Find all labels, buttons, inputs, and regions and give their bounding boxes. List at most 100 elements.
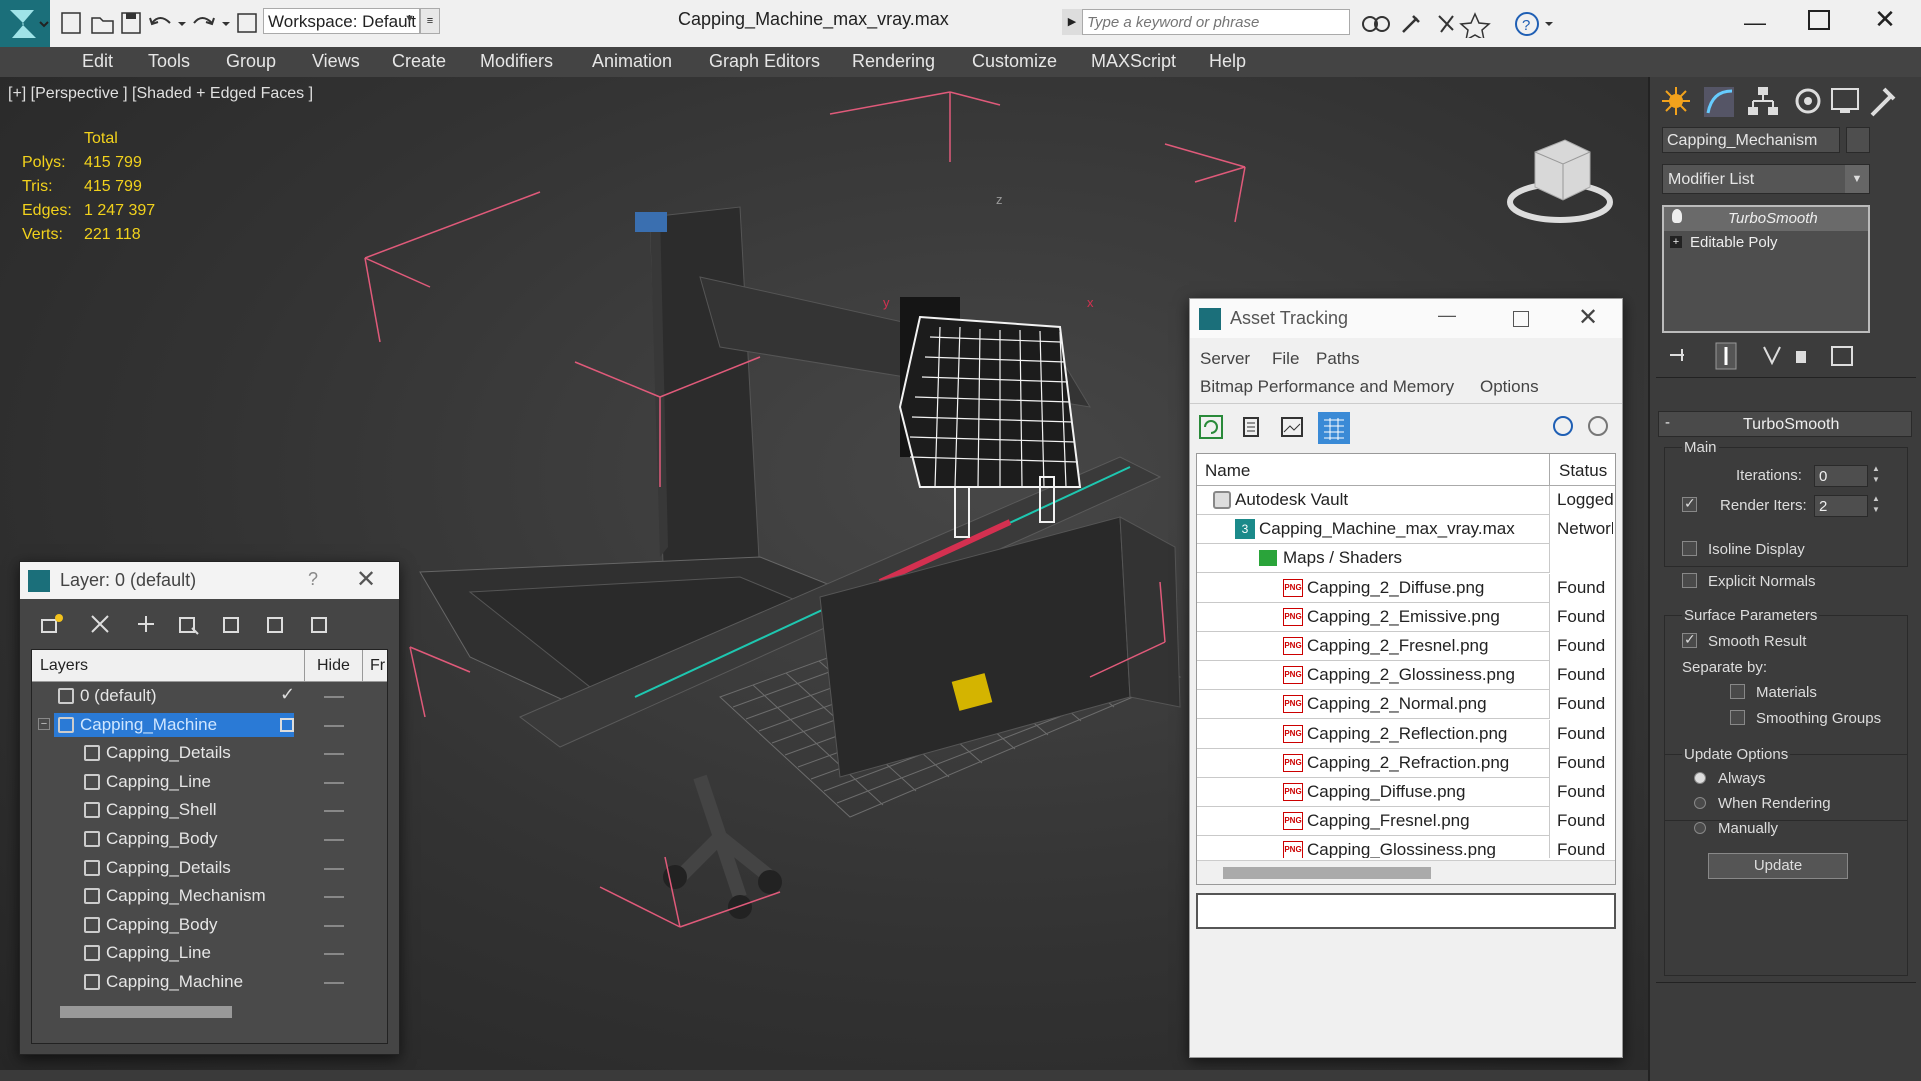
asset-row[interactable]: PNG Capping_2_Reflection.png Found <box>1197 719 1615 749</box>
asset-row[interactable]: PNG Capping_2_Glossiness.png Found <box>1197 661 1615 691</box>
command-panel-tabs[interactable] <box>1658 81 1918 121</box>
materials-checkbox[interactable] <box>1730 684 1745 699</box>
layer-row[interactable]: Capping_Line <box>32 768 387 796</box>
hide-toggle-icon[interactable] <box>324 753 344 756</box>
asset-row[interactable]: PNG Capping_2_Refraction.png Found <box>1197 748 1615 778</box>
hide-toggle-icon[interactable] <box>324 839 344 841</box>
minimize-button[interactable]: — <box>1438 305 1456 326</box>
hide-toggle-icon[interactable] <box>324 724 344 727</box>
column-header-name[interactable]: Name <box>1205 461 1250 481</box>
perspective-viewport[interactable]: [+] [Perspective ] [Shaded + Edged Faces… <box>0 77 1648 1070</box>
asset-row[interactable]: Maps / Shaders <box>1197 544 1615 574</box>
light-bulb-icon[interactable] <box>1672 209 1682 223</box>
asset-toolbar[interactable] <box>1198 410 1614 446</box>
menu-modifiers[interactable]: Modifiers <box>480 51 553 72</box>
asset-table[interactable]: Name Status Autodesk Vault Logged 3 Capping… <box>1196 453 1616 885</box>
when-rendering-radio[interactable] <box>1694 797 1706 809</box>
search-input[interactable] <box>1082 9 1350 35</box>
maximize-button[interactable] <box>1513 311 1529 327</box>
menu-help[interactable]: Help <box>1209 51 1246 72</box>
hide-toggle-icon[interactable] <box>324 781 344 784</box>
asset-row[interactable]: PNG Capping_Glossiness.png Found <box>1197 836 1615 858</box>
menu-group[interactable]: Group <box>226 51 276 72</box>
asset-menu-bitmap-performance[interactable]: Bitmap Performance and Memory <box>1200 377 1454 397</box>
layer-row[interactable]: Capping_Body <box>32 911 387 939</box>
quick-access-toolbar[interactable] <box>60 10 260 36</box>
smoothing-groups-checkbox[interactable] <box>1730 710 1745 725</box>
asset-menu-file[interactable]: File <box>1272 349 1299 369</box>
hide-toggle-icon[interactable] <box>324 896 344 899</box>
layer-toolbar[interactable] <box>34 610 374 640</box>
horizontal-scrollbar[interactable] <box>1197 860 1615 884</box>
layer-row[interactable]: Capping_Mechanism <box>32 882 387 910</box>
close-icon[interactable]: ✕ <box>356 565 376 594</box>
hide-toggle-icon[interactable] <box>324 982 344 984</box>
hide-toggle-icon[interactable] <box>324 696 344 698</box>
asset-row[interactable]: Autodesk Vault Logged <box>1197 486 1615 515</box>
menu-views[interactable]: Views <box>312 51 360 72</box>
stack-item-turbosmooth[interactable]: TurboSmooth <box>1664 207 1868 231</box>
manually-radio[interactable] <box>1694 822 1706 834</box>
layer-row[interactable]: Capping_Shell <box>32 796 387 824</box>
menu-edit[interactable]: Edit <box>82 51 113 72</box>
spinner-arrows-icon[interactable]: ▲ ▼ <box>1872 463 1880 485</box>
minimize-button[interactable]: — <box>1740 10 1770 35</box>
layer-row[interactable]: − Capping_Machine <box>32 711 387 739</box>
asset-menu-paths[interactable]: Paths <box>1316 349 1359 369</box>
active-layer-check-icon[interactable]: ✓ <box>280 684 295 705</box>
viewcube-icon[interactable] <box>1505 122 1615 232</box>
search-expand-icon[interactable]: ▶ <box>1062 9 1082 35</box>
object-name-field[interactable]: Capping_Mechanism <box>1662 127 1840 153</box>
asset-row[interactable]: 3Capping_Machine_max_vray.max Network <box>1197 515 1615 545</box>
active-layer-box-icon[interactable] <box>280 717 294 732</box>
menu-tools[interactable]: Tools <box>148 51 190 72</box>
turbosmooth-rollout-header[interactable]: - TurboSmooth <box>1658 411 1912 437</box>
spinner-arrows-icon[interactable]: ▲ ▼ <box>1872 493 1880 515</box>
maximize-button[interactable] <box>1808 10 1830 30</box>
layer-row[interactable]: 0 (default) ✓ <box>32 682 387 710</box>
stack-toolbar[interactable] <box>1664 339 1874 373</box>
update-button[interactable]: Update <box>1708 853 1848 879</box>
explicit-normals-checkbox[interactable] <box>1682 573 1697 588</box>
column-header-status[interactable]: Status <box>1559 461 1607 481</box>
asset-menu-server[interactable]: Server <box>1200 349 1250 369</box>
hide-toggle-icon[interactable] <box>324 924 344 927</box>
infocenter-toolbar[interactable]: ? <box>1355 8 1575 38</box>
layer-row[interactable]: Capping_Details <box>32 739 387 767</box>
stack-item-editable-poly[interactable]: + Editable Poly <box>1664 231 1868 255</box>
menu-rendering[interactable]: Rendering <box>852 51 935 72</box>
workspace-dropdown[interactable]: Workspace: Default ▼ <box>263 8 420 34</box>
hide-toggle-icon[interactable] <box>324 867 344 870</box>
asset-row[interactable]: PNG Capping_Fresnel.png Found <box>1197 807 1615 837</box>
asset-row[interactable]: PNG Capping_Diffuse.png Found <box>1197 778 1615 807</box>
app-logo-icon[interactable] <box>0 0 50 47</box>
asset-row[interactable]: PNG Capping_2_Fresnel.png Found <box>1197 632 1615 661</box>
scrollbar-thumb[interactable] <box>60 1006 232 1018</box>
layer-row[interactable]: Capping_Line <box>32 939 387 967</box>
asset-row[interactable]: PNG Capping_2_Emissive.png Found <box>1197 602 1615 632</box>
close-button[interactable]: ✕ <box>1870 4 1900 34</box>
smooth-result-checkbox[interactable]: ✓ <box>1682 631 1697 648</box>
asset-row[interactable]: PNG Capping_2_Normal.png Found <box>1197 690 1615 720</box>
modifier-list-dropdown[interactable]: Modifier List ▼ <box>1662 164 1870 194</box>
render-iters-spinner[interactable]: 2 <box>1814 495 1868 517</box>
close-icon[interactable]: ✕ <box>1578 303 1598 332</box>
iterations-spinner[interactable]: 0 <box>1814 465 1868 487</box>
object-color-swatch[interactable] <box>1846 127 1870 153</box>
menu-graph-editors[interactable]: Graph Editors <box>709 51 820 72</box>
always-radio[interactable] <box>1694 772 1706 784</box>
layer-row[interactable]: Capping_Details <box>32 854 387 882</box>
render-iters-checkbox[interactable]: ✓ <box>1682 495 1697 512</box>
asset-row[interactable]: PNG Capping_2_Diffuse.png Found <box>1197 573 1615 603</box>
horizontal-scrollbar[interactable] <box>32 1002 387 1022</box>
layer-row[interactable]: Capping_Body <box>32 825 387 853</box>
column-header-freeze[interactable]: Fr <box>370 657 385 675</box>
menu-customize[interactable]: Customize <box>972 51 1057 72</box>
menu-maxscript[interactable]: MAXScript <box>1091 51 1176 72</box>
help-icon[interactable]: ? <box>308 569 318 590</box>
menu-create[interactable]: Create <box>392 51 446 72</box>
collapse-toggle-icon[interactable]: − <box>38 717 50 730</box>
column-header-hide[interactable]: Hide <box>317 657 350 675</box>
expand-icon[interactable]: + <box>1670 236 1682 248</box>
layer-dialog-titlebar[interactable]: Layer: 0 (default) ? ✕ <box>20 562 399 599</box>
